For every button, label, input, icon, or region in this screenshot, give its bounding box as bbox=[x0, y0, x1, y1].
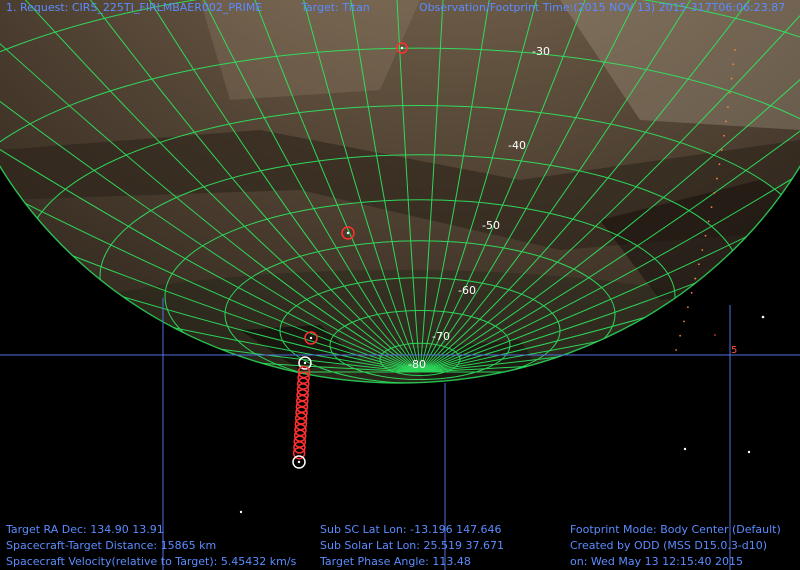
spacecraft-velocity: Spacecraft Velocity(relative to Target):… bbox=[6, 555, 297, 568]
limb-dot bbox=[704, 234, 707, 237]
titan-globe-view bbox=[0, 0, 800, 570]
limb-dot bbox=[734, 49, 736, 51]
lat-label-40: -40 bbox=[508, 139, 526, 152]
lat-label-80: -80 bbox=[408, 358, 426, 371]
limb-dot bbox=[730, 77, 733, 80]
footprint-center bbox=[400, 46, 404, 50]
footprint-mode: Footprint Mode: Body Center (Default) bbox=[570, 523, 781, 536]
limb-dot bbox=[728, 91, 731, 94]
lat-label-30: -30 bbox=[532, 45, 550, 58]
target-ra-dec: Target RA Dec: 134.90 13.91 bbox=[6, 523, 164, 536]
footprint-center bbox=[297, 460, 301, 464]
limb-dot bbox=[697, 263, 700, 266]
observation-view: 1. Request: CIRS_225TI_FIRLMBAER002_PRIM… bbox=[0, 0, 800, 570]
spacecraft-target-distance: Spacecraft-Target Distance: 15865 km bbox=[6, 539, 217, 552]
sub-sc-lat-lon: Sub SC Lat Lon: -13.196 147.646 bbox=[320, 523, 502, 536]
limb-dot bbox=[683, 320, 685, 323]
limb-dot bbox=[701, 249, 704, 251]
footprint-info-right: Footprint Mode: Body Center (Default) Cr… bbox=[570, 522, 781, 570]
target-label: Target: Titan bbox=[301, 1, 370, 14]
limb-dot bbox=[723, 134, 725, 137]
limb-dot bbox=[725, 120, 727, 123]
limb-dot bbox=[720, 149, 723, 151]
footprint-center bbox=[309, 336, 313, 340]
limb-dot bbox=[726, 106, 729, 109]
lat-label-50: -50 bbox=[482, 219, 500, 232]
limb-dot bbox=[716, 177, 718, 180]
created-on: on: Wed May 13 12:15:40 2015 bbox=[570, 555, 744, 568]
request-label: 1. Request: CIRS_225TI_FIRLMBAER002_PRIM… bbox=[6, 1, 263, 14]
limb-dot bbox=[718, 163, 721, 166]
limb-dot bbox=[707, 220, 710, 223]
footprint-center bbox=[303, 361, 307, 365]
lat-label-60: -60 bbox=[458, 284, 476, 297]
limb-dot bbox=[713, 191, 716, 194]
footprint-center bbox=[346, 231, 350, 235]
sub-solar-lat-lon: Sub Solar Lat Lon: 25.519 37.671 bbox=[320, 539, 504, 552]
target-phase-angle: Target Phase Angle: 113.48 bbox=[320, 555, 471, 568]
created-by: Created by ODD (MSS D15.0.3-d10) bbox=[570, 539, 768, 552]
observation-time-label: Observation/Footprint Time:(2015 NOV 13)… bbox=[419, 1, 786, 14]
limb-dot bbox=[710, 206, 713, 209]
limb-dot bbox=[675, 349, 678, 351]
limb-dot bbox=[732, 63, 735, 66]
limb-marker-label: 5 bbox=[731, 345, 738, 356]
limb-dot bbox=[686, 306, 689, 309]
limb-dot bbox=[679, 334, 682, 337]
lat-label-70: -70 bbox=[432, 330, 450, 343]
limb-dot bbox=[690, 291, 693, 294]
geometry-info-middle: Sub SC Lat Lon: -13.196 147.646 Sub Sola… bbox=[320, 522, 504, 570]
limb-dot bbox=[694, 277, 697, 280]
geometry-info-left: Target RA Dec: 134.90 13.91 Spacecraft-T… bbox=[6, 522, 296, 570]
